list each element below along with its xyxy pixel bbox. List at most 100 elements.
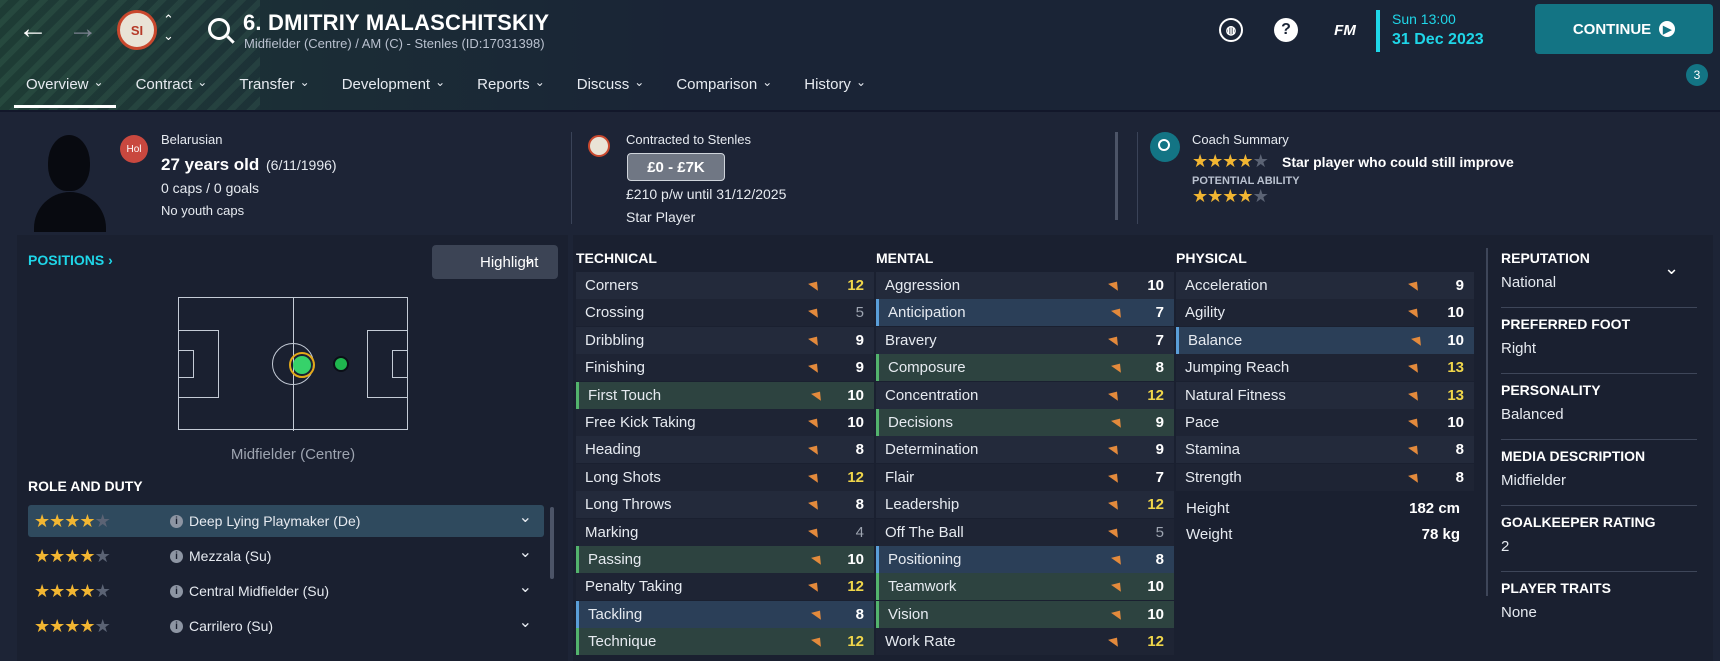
fm-menu-button[interactable]: FM: [1329, 18, 1361, 42]
role-row[interactable]: ★★★★★ i Central Midfielder (Su) ⌄: [28, 575, 544, 607]
attribute-row[interactable]: Strength 8: [1176, 463, 1474, 491]
attribute-row[interactable]: Balance 10: [1176, 326, 1474, 354]
attribute-row[interactable]: Off The Ball 5: [876, 518, 1174, 546]
attribute-row[interactable]: Pace 10: [1176, 409, 1474, 436]
role-scrollbar[interactable]: [550, 507, 554, 579]
attribute-name: Vision: [888, 605, 929, 623]
attribute-row[interactable]: Technique 12: [576, 628, 874, 656]
attribute-row[interactable]: Heading 8: [576, 436, 874, 464]
help-icon[interactable]: ?: [1274, 18, 1298, 42]
attribute-row[interactable]: Long Shots 12: [576, 463, 874, 491]
detail-value: Balanced: [1501, 406, 1564, 423]
attribute-row[interactable]: Passing 10: [576, 546, 874, 573]
tab-history[interactable]: History: [792, 74, 878, 108]
attribute-row[interactable]: Teamwork 10: [876, 573, 1174, 601]
info-icon[interactable]: i: [170, 619, 183, 633]
potential-star-icon: ★: [1192, 186, 1208, 206]
role-star-icon: ★: [49, 510, 65, 531]
attribute-row[interactable]: Leadership 12: [876, 491, 1174, 519]
forward-arrow-icon[interactable]: →: [68, 14, 98, 44]
coach-summary-title: Coach Summary: [1192, 132, 1289, 147]
info-icon[interactable]: i: [170, 514, 183, 528]
attribute-row[interactable]: Concentration 12: [876, 381, 1174, 409]
contracted-to: Contracted to Stenles: [626, 132, 752, 147]
detail-divider: [1501, 307, 1697, 308]
attribute-row[interactable]: Jumping Reach 13: [1176, 354, 1474, 382]
attribute-row[interactable]: First Touch 10: [576, 381, 874, 409]
attribute-row[interactable]: Free Kick Taking 10: [576, 409, 874, 436]
attribute-row[interactable]: Marking 4: [576, 518, 874, 546]
attribute-row[interactable]: Stamina 8: [1176, 436, 1474, 464]
highlight-dropdown[interactable]: Highlight: [432, 245, 558, 279]
chevron-down-icon[interactable]: ⌄: [519, 507, 532, 527]
tab-comparison[interactable]: Comparison: [664, 74, 784, 108]
attribute-value: 12: [1147, 633, 1164, 651]
detail-label: PERSONALITY: [1501, 382, 1601, 398]
trend-up-icon: [1408, 387, 1422, 401]
attribute-row[interactable]: Bravery 7: [876, 326, 1174, 354]
attribute-row[interactable]: Work Rate 12: [876, 628, 1174, 656]
attribute-row[interactable]: Tackling 8: [576, 600, 874, 628]
physical-title: PHYSICAL: [1176, 250, 1247, 266]
role-row[interactable]: ★★★★★ i Mezzala (Su) ⌄: [28, 540, 544, 572]
attribute-row[interactable]: Flair 7: [876, 463, 1174, 491]
player-avatar: [30, 132, 110, 232]
club-crest-icon[interactable]: SI: [117, 10, 157, 50]
attribute-row[interactable]: Anticipation 7: [876, 299, 1174, 327]
attribute-value: 7: [1155, 304, 1164, 322]
attribute-row[interactable]: Aggression 10: [876, 272, 1174, 299]
tab-contract[interactable]: Contract: [124, 74, 220, 108]
nation-flag-icon[interactable]: Hol: [120, 135, 148, 163]
tab-reports[interactable]: Reports: [465, 74, 557, 108]
attribute-row[interactable]: Long Throws 8: [576, 491, 874, 519]
tab-discuss[interactable]: Discuss: [565, 74, 657, 108]
attribute-row[interactable]: Natural Fitness 13: [1176, 381, 1474, 409]
role-row[interactable]: ★★★★★ i Deep Lying Playmaker (De) ⌄: [28, 505, 544, 537]
player-caps: 0 caps / 0 goals: [161, 180, 260, 196]
positions-link[interactable]: POSITIONS ›: [28, 252, 113, 268]
role-star-icon: ★: [64, 580, 80, 601]
tab-overview[interactable]: Overview: [14, 74, 116, 108]
attribute-row[interactable]: Corners 12: [576, 272, 874, 299]
attribute-value: 10: [1147, 578, 1164, 596]
attribute-row[interactable]: Agility 10: [1176, 299, 1474, 327]
search-icon[interactable]: [208, 18, 230, 40]
continue-button[interactable]: CONTINUE ▶: [1535, 4, 1713, 54]
globe-icon[interactable]: ◍: [1219, 18, 1243, 42]
role-row[interactable]: ★★★★★ i Carrilero (Su) ⌄: [28, 610, 544, 642]
detail-value: 2: [1501, 538, 1510, 555]
player-switch-icon[interactable]: ⌃ ⌄: [163, 12, 174, 44]
attribute-row[interactable]: Positioning 8: [876, 546, 1174, 573]
attribute-row[interactable]: Acceleration 9: [1176, 272, 1474, 299]
trend-up-icon: [1108, 634, 1122, 647]
attribute-row[interactable]: Composure 8: [876, 354, 1174, 382]
attribute-row[interactable]: Finishing 9: [576, 354, 874, 382]
attribute-value: 12: [847, 277, 864, 294]
info-scrollbar[interactable]: [1115, 132, 1118, 220]
tab-transfer[interactable]: Transfer: [227, 74, 321, 108]
attribute-row[interactable]: Dribbling 9: [576, 326, 874, 354]
attribute-name: Dribbling: [585, 331, 645, 349]
attribute-name: Balance: [1188, 331, 1243, 349]
reputation-expand-icon[interactable]: ⌄: [1664, 258, 1679, 279]
player-subtitle: Midfielder (Centre) / AM (C) - Stenles (…: [244, 36, 545, 51]
chevron-down-icon[interactable]: ⌄: [519, 612, 532, 632]
chevron-down-icon[interactable]: ⌄: [519, 577, 532, 597]
attribute-row[interactable]: Decisions 9: [876, 409, 1174, 436]
chevron-down-icon[interactable]: ⌄: [519, 542, 532, 562]
trend-up-icon: [808, 497, 822, 510]
info-icon[interactable]: i: [170, 584, 183, 598]
attribute-value: 9: [1455, 277, 1464, 294]
back-arrow-icon[interactable]: ←: [18, 14, 48, 44]
attribute-row[interactable]: Determination 9: [876, 436, 1174, 464]
info-icon[interactable]: i: [170, 549, 183, 563]
attribute-row[interactable]: Penalty Taking 12: [576, 573, 874, 601]
tab-development[interactable]: Development: [330, 74, 457, 108]
notifications-icon[interactable]: 3: [1684, 64, 1708, 94]
attribute-name: Work Rate: [885, 633, 956, 651]
attribute-row[interactable]: Vision 10: [876, 600, 1174, 628]
value-tag[interactable]: £0 - £7K: [627, 153, 725, 181]
current-ability-stars: ★★★★★: [1192, 151, 1269, 172]
coach-search-icon[interactable]: [1150, 132, 1180, 162]
attribute-row[interactable]: Crossing 5: [576, 299, 874, 327]
